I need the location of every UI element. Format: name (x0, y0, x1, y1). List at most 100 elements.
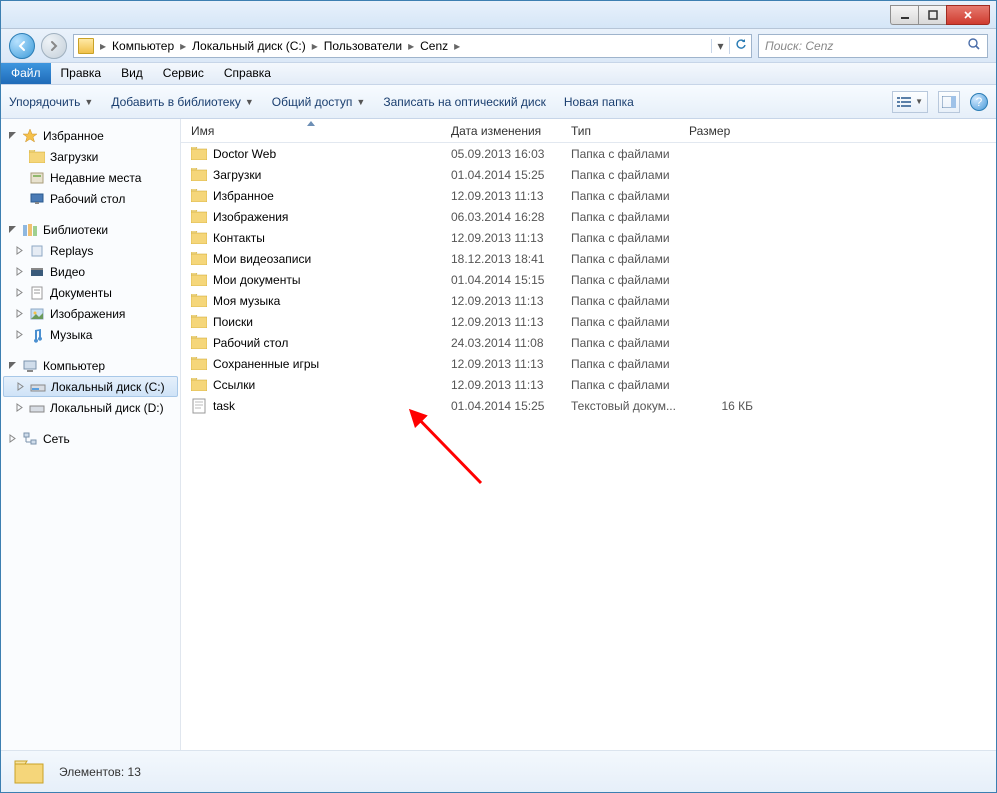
drive-icon (30, 379, 46, 395)
help-button[interactable]: ? (970, 93, 988, 111)
file-name: Мои документы (213, 273, 300, 287)
file-date: 06.03.2014 16:28 (441, 210, 561, 224)
column-size[interactable]: Размер (679, 119, 769, 142)
expand-icon[interactable] (14, 329, 25, 340)
forward-button[interactable] (41, 33, 67, 59)
folder-icon (191, 272, 207, 288)
file-row[interactable]: Моя музыка12.09.2013 11:13Папка с файлам… (181, 290, 996, 311)
address-bar[interactable]: ▸ Компьютер ▸ Локальный диск (C:) ▸ Поль… (73, 34, 752, 58)
tree-music[interactable]: Музыка (1, 324, 180, 345)
folder-icon (191, 251, 207, 267)
tree-drive-d[interactable]: Локальный диск (D:) (1, 397, 180, 418)
file-name: Рабочий стол (213, 336, 288, 350)
burn-button[interactable]: Записать на оптический диск (383, 95, 546, 109)
status-count: Элементов: 13 (59, 765, 141, 779)
file-name: Doctor Web (213, 147, 276, 161)
file-row[interactable]: Мои документы01.04.2014 15:15Папка с фай… (181, 269, 996, 290)
file-date: 05.09.2013 16:03 (441, 147, 561, 161)
file-row[interactable]: Мои видеозаписи18.12.2013 18:41Папка с ф… (181, 248, 996, 269)
collapse-icon[interactable] (7, 224, 18, 235)
maximize-button[interactable] (918, 5, 946, 25)
tree-libraries[interactable]: Библиотеки (1, 219, 180, 240)
column-type[interactable]: Тип (561, 119, 679, 142)
include-library-button[interactable]: Добавить в библиотеку▼ (111, 95, 253, 109)
chevron-right-icon[interactable]: ▸ (452, 39, 462, 53)
tree-favorites[interactable]: Избранное (1, 125, 180, 146)
expand-icon[interactable] (14, 308, 25, 319)
file-row[interactable]: Doctor Web05.09.2013 16:03Папка с файлам… (181, 143, 996, 164)
file-row[interactable]: Изображения06.03.2014 16:28Папка с файла… (181, 206, 996, 227)
tree-downloads[interactable]: Загрузки (1, 146, 180, 167)
search-icon (967, 37, 981, 54)
star-icon (22, 128, 38, 144)
expand-icon[interactable] (7, 433, 18, 444)
expand-icon[interactable] (14, 245, 25, 256)
share-button[interactable]: Общий доступ▼ (272, 95, 366, 109)
address-dropdown[interactable]: ▾ (711, 39, 729, 53)
column-date[interactable]: Дата изменения (441, 119, 561, 142)
view-mode-button[interactable]: ▼ (892, 91, 928, 113)
expand-icon[interactable] (14, 266, 25, 277)
file-row[interactable]: Рабочий стол24.03.2014 11:08Папка с файл… (181, 332, 996, 353)
expand-icon[interactable] (14, 287, 25, 298)
folder-icon (191, 167, 207, 183)
column-name[interactable]: Имя (181, 119, 441, 142)
tree-replays[interactable]: Replays (1, 240, 180, 261)
chevron-right-icon[interactable]: ▸ (406, 39, 416, 53)
chevron-right-icon[interactable]: ▸ (98, 39, 108, 53)
collapse-icon[interactable] (7, 360, 18, 371)
new-folder-button[interactable]: Новая папка (564, 95, 634, 109)
toolbar: Упорядочить▼ Добавить в библиотеку▼ Общи… (1, 85, 996, 119)
search-input[interactable]: Поиск: Cenz (758, 34, 988, 58)
collapse-icon[interactable] (7, 130, 18, 141)
chevron-right-icon[interactable]: ▸ (310, 39, 320, 53)
close-button[interactable] (946, 5, 990, 25)
chevron-right-icon[interactable]: ▸ (178, 39, 188, 53)
tree-recent[interactable]: Недавние места (1, 167, 180, 188)
breadcrumb-computer[interactable]: Компьютер (108, 39, 178, 53)
tree-computer[interactable]: Компьютер (1, 355, 180, 376)
breadcrumb-users[interactable]: Пользователи (320, 39, 406, 53)
file-name: Контакты (213, 231, 265, 245)
back-button[interactable] (9, 33, 35, 59)
breadcrumb-cenz[interactable]: Cenz (416, 39, 452, 53)
organize-button[interactable]: Упорядочить▼ (9, 95, 93, 109)
folder-icon (191, 188, 207, 204)
tree-desktop[interactable]: Рабочий стол (1, 188, 180, 209)
file-row[interactable]: Ссылки12.09.2013 11:13Папка с файлами (181, 374, 996, 395)
minimize-button[interactable] (890, 5, 918, 25)
file-row[interactable]: Сохраненные игры12.09.2013 11:13Папка с … (181, 353, 996, 374)
menu-tools[interactable]: Сервис (153, 63, 214, 84)
file-row[interactable]: Контакты12.09.2013 11:13Папка с файлами (181, 227, 996, 248)
menu-edit[interactable]: Правка (51, 63, 112, 84)
titlebar (1, 1, 996, 29)
tree-drive-c[interactable]: Локальный диск (C:) (3, 376, 178, 397)
refresh-button[interactable] (729, 37, 751, 54)
expand-icon[interactable] (15, 381, 26, 392)
file-type: Папка с файлами (561, 294, 679, 308)
expand-icon[interactable] (14, 402, 25, 413)
file-row[interactable]: Поиски12.09.2013 11:13Папка с файлами (181, 311, 996, 332)
menu-help[interactable]: Справка (214, 63, 281, 84)
file-row[interactable]: Избранное12.09.2013 11:13Папка с файлами (181, 185, 996, 206)
file-row[interactable]: Загрузки01.04.2014 15:25Папка с файлами (181, 164, 996, 185)
tree-video[interactable]: Видео (1, 261, 180, 282)
navigation-pane: Избранное Загрузки Недавние места Рабочи… (1, 119, 181, 750)
file-name: task (213, 399, 235, 413)
tree-images[interactable]: Изображения (1, 303, 180, 324)
file-date: 24.03.2014 11:08 (441, 336, 561, 350)
tree-network[interactable]: Сеть (1, 428, 180, 449)
preview-pane-button[interactable] (938, 91, 960, 113)
file-list[interactable]: Doctor Web 05.09.2013 16:03 Папка с файлам… (181, 143, 996, 750)
file-date: 01.04.2014 15:15 (441, 273, 561, 287)
menubar: Файл Правка Вид Сервис Справка (1, 63, 996, 85)
menu-file[interactable]: Файл (1, 63, 51, 84)
file-type: Папка с файлами (561, 252, 679, 266)
breadcrumb-drive-c[interactable]: Локальный диск (C:) (188, 39, 310, 53)
file-name: Поиски (213, 315, 253, 329)
folder-icon (191, 209, 207, 225)
menu-view[interactable]: Вид (111, 63, 153, 84)
tree-documents[interactable]: Документы (1, 282, 180, 303)
file-row[interactable]: task01.04.2014 15:25Текстовый докум...16… (181, 395, 996, 416)
folder-icon (191, 293, 207, 309)
